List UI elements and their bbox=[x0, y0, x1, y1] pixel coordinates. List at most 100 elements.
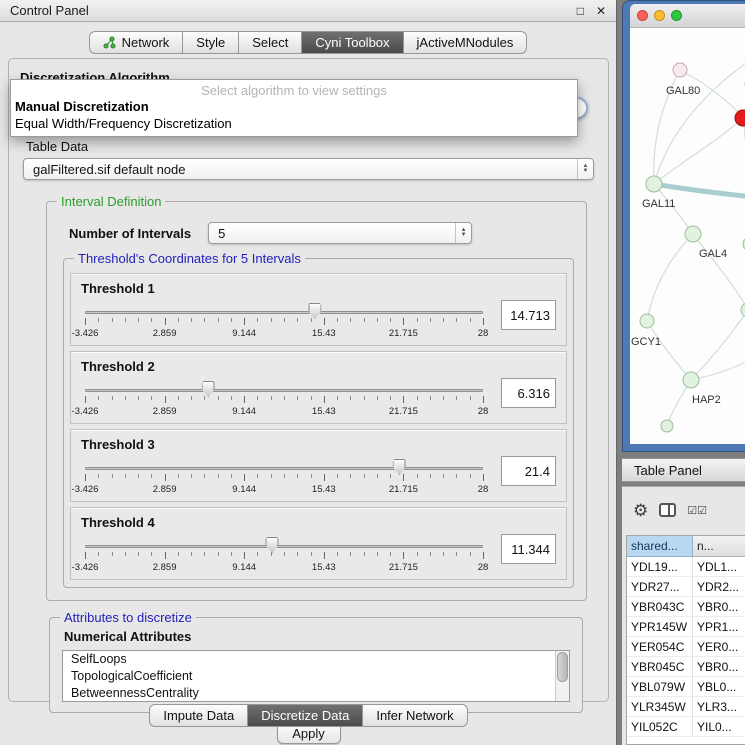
cell: YLR345W bbox=[627, 697, 693, 716]
threshold-2-slider[interactable]: -3.426 2.859 9.144 15.43 21.715 28 bbox=[85, 377, 483, 421]
table-panel-title: Table Panel bbox=[634, 463, 702, 478]
threshold-1-value-field[interactable]: 14.713 bbox=[501, 300, 556, 330]
table-row[interactable]: YDR27...YDR2... bbox=[627, 577, 745, 597]
table-panel: ⚙ ☑☑ shared... n... YDL19...YDL1... YDR2… bbox=[622, 486, 745, 745]
zoom-traffic-light-icon[interactable] bbox=[671, 10, 682, 21]
scrollbar-thumb[interactable] bbox=[557, 652, 568, 682]
number-of-intervals-combobox[interactable]: 5 ▲ ▼ bbox=[208, 222, 472, 244]
table-row[interactable]: YER054CYER0... bbox=[627, 637, 745, 657]
column-header-shared-name[interactable]: shared... bbox=[627, 536, 693, 557]
slider-track[interactable] bbox=[85, 311, 483, 314]
slider-thumb[interactable] bbox=[266, 537, 279, 553]
minimize-traffic-light-icon[interactable] bbox=[654, 10, 665, 21]
table-row[interactable]: YBR043CYBR0... bbox=[627, 597, 745, 617]
node-gcy1[interactable] bbox=[640, 314, 654, 328]
slider-track[interactable] bbox=[85, 467, 483, 470]
node-gal11[interactable] bbox=[646, 176, 662, 192]
table-row[interactable]: YDL19...YDL1... bbox=[627, 557, 745, 577]
table-row[interactable]: YPR145WYPR1... bbox=[627, 617, 745, 637]
combo-stepper-icon[interactable]: ▲ ▼ bbox=[455, 223, 471, 243]
scale-label: 9.144 bbox=[232, 406, 256, 417]
cyni-panel: Table Data galFiltered.sif default node … bbox=[8, 58, 609, 702]
tab-label: Infer Network bbox=[376, 708, 453, 723]
stepper-down-icon: ▼ bbox=[461, 233, 467, 238]
close-icon[interactable]: ✕ bbox=[596, 4, 606, 18]
table-data-combobox[interactable]: galFiltered.sif default node ▲ ▼ bbox=[23, 158, 594, 180]
slider-track[interactable] bbox=[85, 545, 483, 548]
slider-ticks bbox=[85, 318, 483, 326]
threshold-3-slider[interactable]: -3.426 2.859 9.144 15.43 21.715 28 bbox=[85, 455, 483, 499]
slider-thumb[interactable] bbox=[202, 381, 215, 397]
node-gal4[interactable] bbox=[685, 226, 701, 242]
list-item[interactable]: SelfLoops bbox=[63, 651, 569, 668]
threshold-3-label: Threshold 3 bbox=[81, 437, 558, 452]
threshold-4-panel: Threshold 4 -3.426 2.859 9.144 1 bbox=[70, 507, 567, 580]
tab-cyni-toolbox[interactable]: Cyni Toolbox bbox=[302, 31, 403, 54]
combo-stepper-icon[interactable]: ▲ ▼ bbox=[577, 159, 593, 179]
threshold-2-value-field[interactable]: 6.316 bbox=[501, 378, 556, 408]
tab-style[interactable]: Style bbox=[183, 31, 239, 54]
network-canvas[interactable]: GAL80 GAL11 GAL4 GCY1 HAP2 bbox=[630, 28, 745, 444]
node[interactable] bbox=[741, 303, 745, 317]
tab-impute-data[interactable]: Impute Data bbox=[149, 704, 248, 727]
close-traffic-light-icon[interactable] bbox=[637, 10, 648, 21]
scale-label: 28 bbox=[478, 328, 489, 339]
cell: YBL079W bbox=[627, 677, 693, 696]
scale-label: -3.426 bbox=[72, 328, 99, 339]
panel-title: Control Panel bbox=[10, 3, 577, 18]
cell: YLR3... bbox=[693, 697, 745, 716]
tab-network[interactable]: Network bbox=[89, 31, 184, 54]
scale-label: 15.43 bbox=[312, 328, 336, 339]
table-row[interactable]: YIL052CYIL0... bbox=[627, 717, 745, 737]
gear-icon[interactable]: ⚙ bbox=[633, 502, 648, 519]
network-view-window[interactable]: GAL80 GAL11 GAL4 GCY1 HAP2 bbox=[622, 0, 745, 452]
select-columns-checkboxes-icon[interactable]: ☑☑ bbox=[687, 504, 707, 517]
node-hap2[interactable] bbox=[683, 372, 699, 388]
highlighted-edge[interactable] bbox=[654, 184, 745, 197]
dropdown-option-manual-discretization[interactable]: Manual Discretization bbox=[11, 98, 577, 115]
cell: YBR043C bbox=[627, 597, 693, 616]
threshold-3-value-field[interactable]: 21.4 bbox=[501, 456, 556, 486]
tab-select[interactable]: Select bbox=[239, 31, 302, 54]
tab-label: Select bbox=[252, 35, 288, 50]
threshold-4-slider[interactable]: -3.426 2.859 9.144 15.43 21.715 28 bbox=[85, 533, 483, 577]
slider-thumb[interactable] bbox=[393, 459, 406, 475]
list-item[interactable]: BetweennessCentrality bbox=[63, 685, 569, 702]
tab-infer-network[interactable]: Infer Network bbox=[363, 704, 467, 727]
cell: YDR2... bbox=[693, 577, 745, 596]
table-row[interactable]: YBL079WYBL0... bbox=[627, 677, 745, 697]
scale-label: 21.715 bbox=[389, 406, 418, 417]
table-toolbar: ⚙ ☑☑ bbox=[622, 487, 745, 533]
tab-label: Impute Data bbox=[163, 708, 234, 723]
table-row[interactable]: YLR345WYLR3... bbox=[627, 697, 745, 717]
slider-scale: -3.426 2.859 9.144 15.43 21.715 28 bbox=[85, 328, 483, 340]
scale-label: 15.43 bbox=[312, 406, 336, 417]
top-tab-bar: Network Style Select Cyni Toolbox jActiv… bbox=[0, 31, 616, 54]
network-window-titlebar[interactable] bbox=[630, 4, 745, 28]
table-panel-header[interactable]: Table Panel bbox=[622, 458, 745, 482]
threshold-1-panel: Threshold 1 -3.426 2.859 9.144 1 bbox=[70, 273, 567, 346]
cell: YER0... bbox=[693, 637, 745, 656]
node-gal80[interactable] bbox=[673, 63, 687, 77]
tab-jactivemnodules[interactable]: jActiveMNodules bbox=[404, 31, 528, 54]
control-panel-titlebar: Control Panel □ ✕ bbox=[0, 0, 616, 22]
columns-icon[interactable] bbox=[659, 503, 676, 517]
slider-track[interactable] bbox=[85, 389, 483, 392]
float-window-icon[interactable]: □ bbox=[577, 4, 584, 18]
table-row[interactable]: YBR045CYBR0... bbox=[627, 657, 745, 677]
list-item[interactable]: TopologicalCoefficient bbox=[63, 668, 569, 685]
dropdown-placeholder: Select algorithm to view settings bbox=[11, 83, 577, 98]
slider-ticks bbox=[85, 474, 483, 482]
column-header-name[interactable]: n... bbox=[693, 536, 745, 557]
tab-discretize-data[interactable]: Discretize Data bbox=[248, 704, 363, 727]
node-table: shared... n... YDL19...YDL1... YDR27...Y… bbox=[626, 535, 745, 745]
slider-thumb[interactable] bbox=[308, 303, 321, 319]
node[interactable] bbox=[661, 420, 673, 432]
scale-label: 21.715 bbox=[389, 484, 418, 495]
cell: YDR27... bbox=[627, 577, 693, 596]
node-label: HAP2 bbox=[692, 394, 721, 406]
threshold-1-slider[interactable]: -3.426 2.859 9.144 15.43 21.715 28 bbox=[85, 299, 483, 343]
dropdown-option-equal-width-frequency[interactable]: Equal Width/Frequency Discretization bbox=[11, 115, 577, 132]
threshold-4-value-field[interactable]: 11.344 bbox=[501, 534, 556, 564]
list-scrollbar[interactable] bbox=[555, 651, 569, 701]
